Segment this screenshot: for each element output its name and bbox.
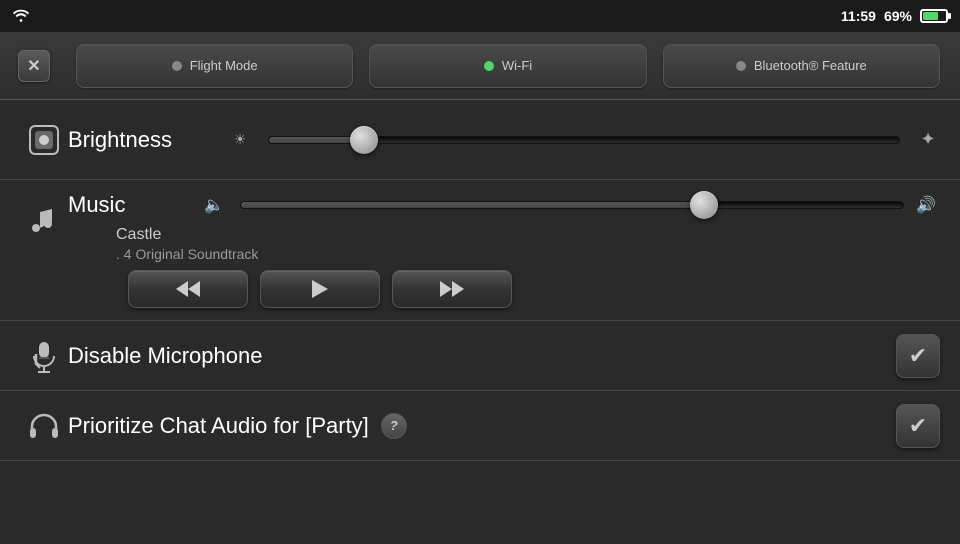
help-button[interactable]: ? [381,413,407,439]
music-album-name: . 4 Original Soundtrack [116,246,940,262]
brightness-high-icon: ✦ [916,129,940,150]
mic-icon-svg [26,338,62,374]
chat-label-area: Prioritize Chat Audio for [Party] ? [68,413,896,439]
chat-audio-checkbox[interactable]: ✔ [896,404,940,448]
music-label: Music [68,192,188,218]
microphone-checkbox[interactable]: ✔ [896,334,940,378]
brightness-slider-thumb[interactable] [350,126,378,154]
music-controls [68,270,940,308]
main-content: Brightness ☀ ✦ Music 🔈 [0,100,960,544]
tab-bluetooth[interactable]: Bluetooth® Feature [663,44,940,88]
chat-audio-row: Prioritize Chat Audio for [Party] ? ✔ [0,391,960,461]
status-bar: 11:59 69% [0,0,960,32]
close-icon: ✕ [27,56,40,76]
battery-percent: 69% [884,8,912,24]
tab-label-wifi: Wi-Fi [502,58,532,73]
music-top: Music 🔈 🔊 [68,192,940,218]
music-volume-slider[interactable] [240,201,904,209]
play-button[interactable] [260,270,380,308]
music-volume-area: 🔈 🔊 [204,195,940,215]
time-display: 11:59 [841,8,876,24]
battery-fill [923,12,938,20]
music-track-name: Castle [116,226,940,244]
brightness-icon-svg [25,121,63,159]
headphone-icon-svg [26,408,62,444]
music-icon [20,196,68,244]
brightness-low-icon: ☀ [228,131,252,148]
music-info: Castle . 4 Original Soundtrack [116,226,940,262]
microphone-checkmark: ✔ [909,343,927,369]
music-note-svg [26,202,62,238]
tabs-container: Flight Mode Wi-Fi Bluetooth® Feature [56,44,960,88]
status-right: 11:59 69% [841,8,948,24]
volume-high-icon: 🔊 [916,195,940,215]
tab-label-bluetooth: Bluetooth® Feature [754,58,867,73]
help-icon: ? [390,418,398,433]
wifi-icon [12,9,30,23]
battery-icon [920,9,948,23]
microphone-label: Disable Microphone [68,343,896,369]
close-button-inner[interactable]: ✕ [18,50,50,82]
status-left [12,9,30,23]
fastforward-button[interactable] [392,270,512,308]
chat-audio-checkmark: ✔ [909,413,927,439]
music-volume-thumb[interactable] [690,191,718,219]
music-row: Music 🔈 🔊 Castle . 4 Original Soundtrack [0,180,960,321]
headphone-icon [20,402,68,450]
brightness-slider-area: ☀ ✦ [228,129,940,150]
microphone-row: Disable Microphone ✔ [0,321,960,391]
close-button[interactable]: ✕ [12,44,56,88]
chat-audio-label: Prioritize Chat Audio for [Party] [68,413,369,439]
music-main: Music 🔈 🔊 Castle . 4 Original Soundtrack [68,192,940,308]
tab-flight-mode[interactable]: Flight Mode [76,44,353,88]
volume-low-icon: 🔈 [204,195,228,215]
tab-label-flight: Flight Mode [190,58,258,73]
rewind-button[interactable] [128,270,248,308]
tab-dot-wifi [484,61,494,71]
top-tabs: ✕ Flight Mode Wi-Fi Bluetooth® Feature [0,32,960,100]
microphone-icon [20,332,68,380]
tab-dot-flight [172,61,182,71]
brightness-icon [20,116,68,164]
music-volume-fill [241,202,704,208]
tab-wifi[interactable]: Wi-Fi [369,44,646,88]
brightness-label: Brightness [68,127,228,153]
brightness-slider-track[interactable] [268,136,900,144]
brightness-row: Brightness ☀ ✦ [0,100,960,180]
tab-dot-bluetooth [736,61,746,71]
